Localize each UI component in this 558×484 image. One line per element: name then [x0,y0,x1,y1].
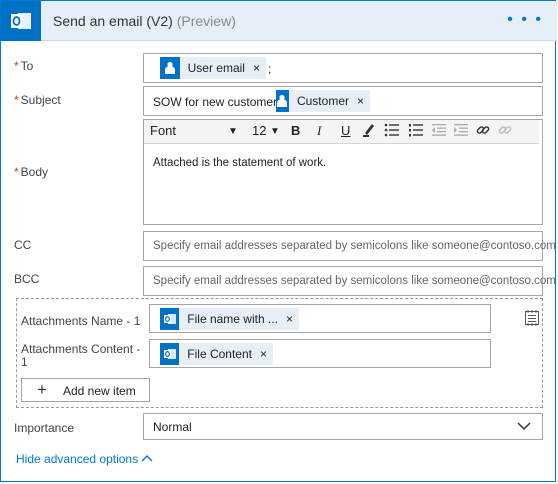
subject-label: * Subject [14,93,61,107]
token-label: File name with ... [187,312,278,326]
remove-token-button[interactable]: × [357,94,364,108]
body-text: Attached is the statement of work. [153,157,327,169]
font-dropdown-icon[interactable]: ▼ [228,126,238,137]
to-label: * To [14,59,34,73]
remove-token-button[interactable]: × [286,312,293,326]
rich-text-toolbar: Font ▼ 12 ▼ B I U [144,120,539,144]
user-email-token[interactable]: User email × [160,57,266,79]
subject-text: SOW for new customer: [153,95,281,109]
office-icon [160,308,180,330]
subject-field[interactable]: SOW for new customer: Customer × [143,86,543,116]
separator: ; [268,62,272,76]
action-title: Send an email (V2) (Preview) [53,13,236,29]
bold-icon[interactable]: B [291,123,300,138]
bcc-label: BCC [14,272,40,286]
attachments-name-field[interactable]: File name with ... × [149,304,491,333]
body-label: * Body [14,165,49,179]
array-toggle-icon[interactable] [524,309,540,330]
link-icon[interactable] [475,122,491,141]
attachments-content-label-index: 1 [21,355,28,369]
remove-token-button[interactable]: × [253,61,260,75]
preview-tag: (Preview) [176,13,236,29]
cc-field[interactable]: Specify email addresses separated by sem… [143,231,556,261]
underline-icon[interactable]: U [341,123,350,138]
hide-advanced-options-label: Hide advanced options [16,452,139,466]
user-icon [276,90,289,112]
outlook-icon [1,1,41,41]
bcc-field[interactable]: Specify email addresses separated by sem… [143,266,556,296]
user-icon [160,57,180,79]
remove-token-button[interactable]: × [260,347,267,361]
cc-placeholder: Specify email addresses separated by sem… [153,240,556,252]
chevron-up-icon [141,452,153,466]
chevron-down-icon[interactable] [516,420,532,435]
attachments-content-field[interactable]: File Content × [149,339,491,368]
numbered-list-icon[interactable] [408,122,424,141]
attachments-name-label: Attachments Name - 1 [21,314,141,328]
attachments-content-label: Attachments Content - [21,342,141,356]
italic-icon[interactable]: I [317,123,321,139]
hide-advanced-options-link[interactable]: Hide advanced options [16,452,153,466]
office-icon [160,343,180,365]
to-field[interactable]: User email × ; [143,53,543,83]
bullet-list-icon[interactable] [384,122,400,141]
customer-token[interactable]: Customer × [276,90,370,112]
card-header[interactable]: Send an email (V2) (Preview) • • • [1,1,557,41]
unlink-icon[interactable] [497,122,513,141]
plus-icon: + [37,380,47,399]
bcc-placeholder: Specify email addresses separated by sem… [153,275,556,287]
token-label: Customer [296,94,349,108]
highlight-icon[interactable] [362,122,376,141]
token-label: File Content [187,347,252,361]
file-content-token[interactable]: File Content × [160,343,273,365]
size-dropdown-icon[interactable]: ▼ [270,126,280,137]
importance-select[interactable]: Normal [143,413,543,440]
more-options-button[interactable]: • • • [507,11,543,29]
importance-label: Importance [14,421,75,435]
indent-icon[interactable] [453,122,469,141]
outdent-icon[interactable] [431,122,447,141]
font-select[interactable]: Font [150,123,176,138]
font-size-select[interactable]: 12 [252,123,266,138]
add-new-item-label: Add new item [63,384,136,398]
action-title-text: Send an email (V2) [53,13,173,29]
importance-value: Normal [153,420,192,434]
token-label: User email [187,61,245,75]
add-new-item-button[interactable]: + Add new item [21,378,150,402]
file-name-token[interactable]: File name with ... × [160,308,299,330]
body-editor[interactable]: Font ▼ 12 ▼ B I U Attached is the statem… [143,119,543,225]
cc-label: CC [14,238,32,252]
action-card: Send an email (V2) (Preview) • • • * To U… [0,0,557,482]
